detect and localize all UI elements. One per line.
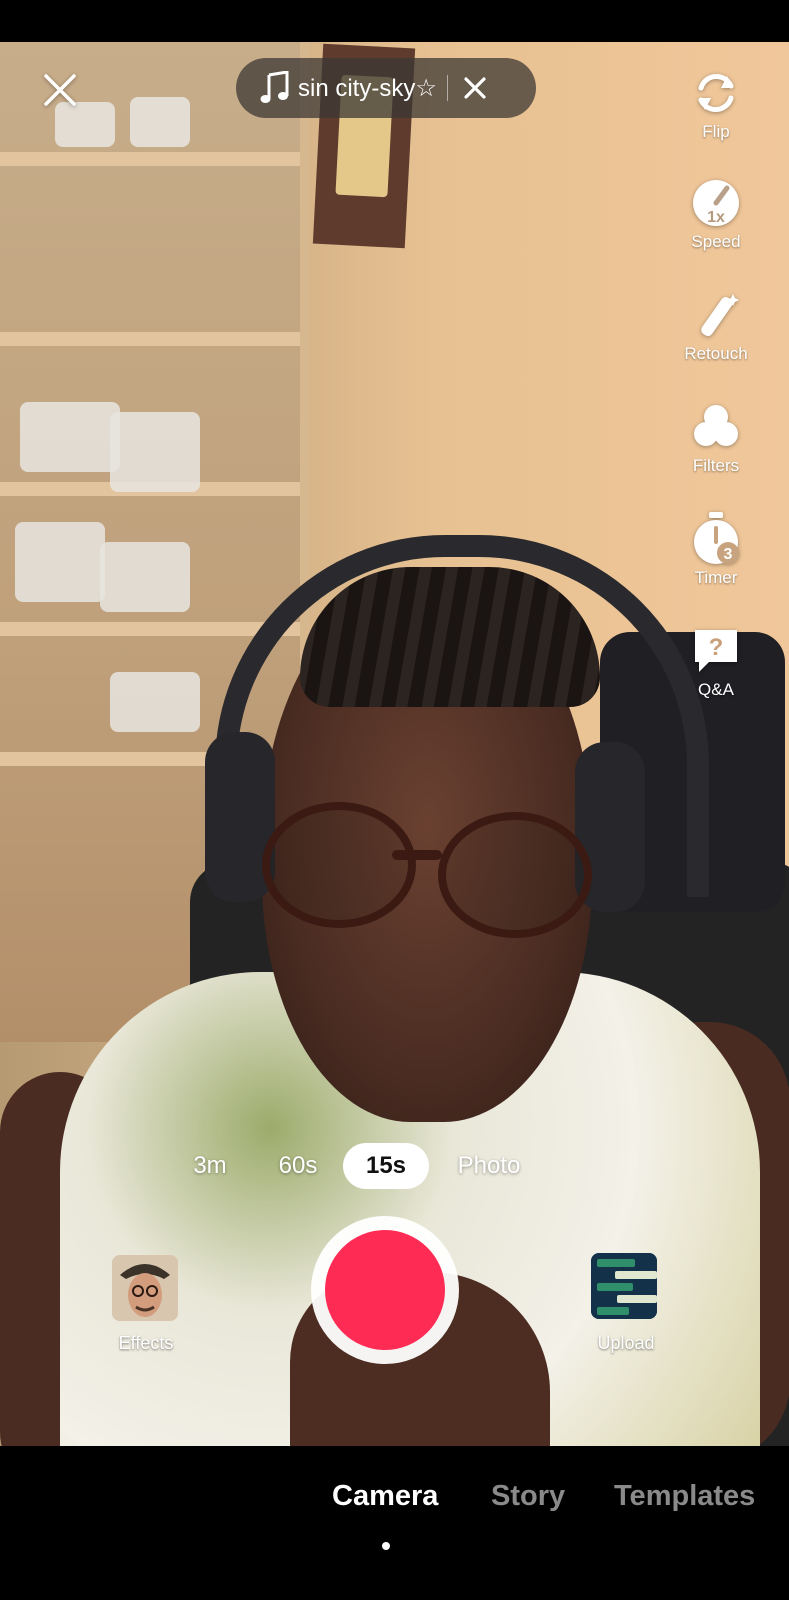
timer-label: Timer: [694, 568, 738, 587]
speed-badge: 1x: [707, 209, 725, 226]
remove-sound-icon[interactable]: [462, 75, 488, 101]
qa-badge: ?: [709, 634, 724, 661]
close-button[interactable]: [40, 70, 80, 110]
sound-divider: [446, 75, 448, 101]
effects-button[interactable]: [112, 1255, 178, 1321]
flip-button[interactable]: Flip: [676, 66, 756, 142]
qa-button[interactable]: ? Q&A: [676, 624, 756, 700]
effects-thumbnail: [112, 1255, 178, 1321]
tab-templates[interactable]: Templates: [614, 1480, 755, 1513]
speed-button[interactable]: 1x Speed: [676, 176, 756, 252]
duration-3m[interactable]: 3m: [180, 1143, 240, 1189]
record-button[interactable]: [311, 1216, 459, 1364]
active-tab-indicator: [382, 1542, 390, 1550]
retouch-label: Retouch: [684, 344, 748, 363]
question-bubble-icon: ?: [695, 630, 737, 672]
retouch-button[interactable]: Retouch: [676, 288, 756, 364]
record-button-inner: [325, 1230, 445, 1350]
upload-label: Upload: [597, 1333, 655, 1353]
filters-icon: [694, 405, 738, 446]
glasses-effect-left: [262, 802, 416, 928]
music-note-icon: [260, 71, 289, 103]
flip-camera-icon: [698, 74, 734, 112]
tab-story[interactable]: Story: [491, 1480, 565, 1513]
magic-wand-icon: [701, 294, 739, 337]
effects-label: Effects: [118, 1333, 174, 1353]
glasses-effect-right: [438, 812, 592, 938]
qa-label: Q&A: [698, 680, 734, 699]
add-sound-pill[interactable]: sin city-sky☆: [236, 58, 536, 118]
upload-button[interactable]: [591, 1253, 657, 1319]
tab-camera[interactable]: Camera: [332, 1480, 438, 1513]
flip-label: Flip: [702, 122, 730, 141]
upload-thumbnail: [591, 1253, 657, 1319]
speedometer-icon: 1x: [693, 180, 739, 226]
duration-60s[interactable]: 60s: [266, 1143, 330, 1189]
sound-title: sin city-sky☆: [298, 74, 437, 102]
close-icon: [44, 74, 76, 106]
filters-label: Filters: [692, 456, 740, 475]
speed-label: Speed: [691, 232, 741, 251]
duration-15s[interactable]: 15s: [343, 1143, 429, 1189]
timer-badge: 3: [724, 546, 733, 563]
duration-photo[interactable]: Photo: [446, 1143, 532, 1189]
filters-button[interactable]: Filters: [676, 400, 756, 476]
timer-button[interactable]: 3 Timer: [676, 510, 756, 588]
timer-icon: 3: [694, 512, 739, 564]
